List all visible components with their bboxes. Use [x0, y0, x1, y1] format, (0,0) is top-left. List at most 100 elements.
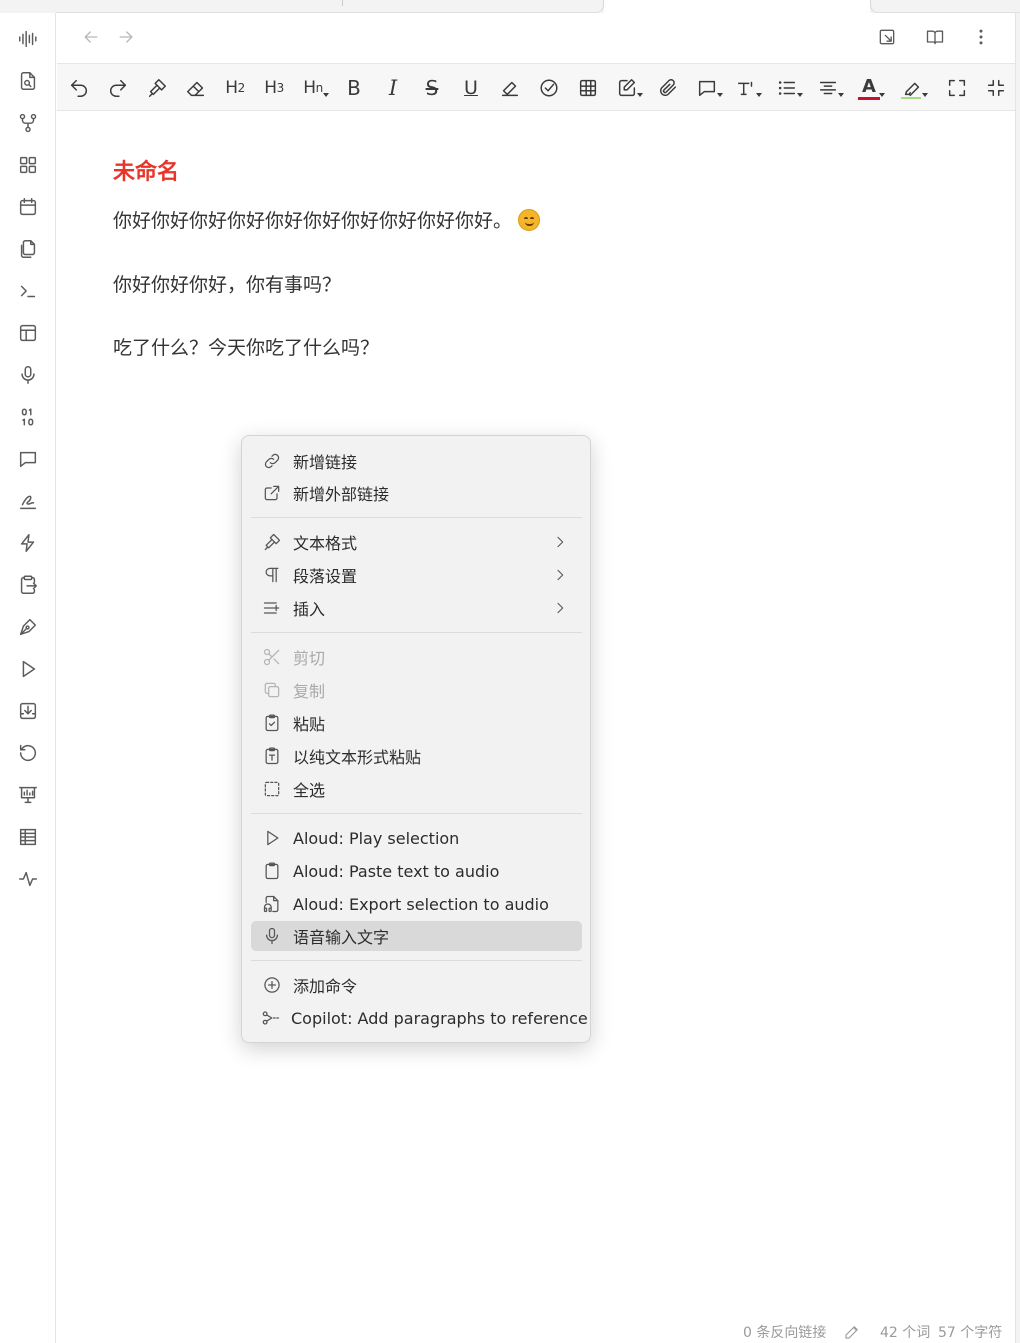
menu-item-cut[interactable]: 剪切 — [251, 642, 582, 672]
menu-item-paste[interactable]: 粘贴 — [251, 708, 582, 738]
arrow-left-icon[interactable] — [77, 23, 105, 51]
select-all-icon — [261, 778, 283, 800]
edit-note-icon[interactable] — [611, 73, 643, 103]
menu-item-paste-plain-text[interactable]: 以纯文本形式粘贴 — [251, 741, 582, 771]
calendar-icon[interactable] — [14, 193, 42, 221]
menu-item-copy[interactable]: 复制 — [251, 675, 582, 705]
paint-brush-icon — [261, 531, 283, 553]
file-export-icon[interactable] — [14, 571, 42, 599]
git-fork-icon[interactable] — [14, 109, 42, 137]
layout-grid-icon[interactable] — [14, 151, 42, 179]
paperclip-icon[interactable] — [652, 73, 684, 103]
highlighter-icon[interactable] — [494, 73, 526, 103]
menu-item-add-link[interactable]: 新增链接 — [251, 446, 582, 476]
tab-strip — [0, 0, 1020, 13]
menu-item-add-command[interactable]: 添加命令 — [251, 970, 582, 1000]
paragraph-2[interactable]: 你好你好你好，你有事吗？ — [113, 270, 341, 297]
status-backlinks[interactable]: 0 条反向链接 — [743, 1320, 826, 1343]
terminal-icon[interactable] — [14, 277, 42, 305]
menu-item-label: 语音输入文字 — [293, 928, 390, 947]
link-icon — [261, 450, 283, 472]
lightning-icon[interactable] — [14, 529, 42, 557]
menu-item-label: 段落设置 — [293, 567, 358, 586]
align-center-icon[interactable] — [812, 73, 844, 103]
message-square-icon[interactable] — [14, 445, 42, 473]
heading-2-sub: 2 — [237, 81, 246, 95]
right-edge-panel — [1015, 13, 1020, 1343]
menu-item-insert[interactable]: 插入 — [251, 593, 582, 623]
italic-button[interactable]: I — [377, 73, 409, 103]
font-color-button[interactable]: A — [853, 73, 885, 103]
menu-item-label: 添加命令 — [293, 977, 358, 996]
status-char-count: 57 个字符 — [938, 1324, 1003, 1341]
more-vertical-icon[interactable] — [967, 23, 995, 51]
signature-icon[interactable] — [14, 487, 42, 515]
highlight-color-icon[interactable] — [896, 73, 928, 103]
menu-item-label: 新增外部链接 — [293, 485, 390, 504]
undo-icon[interactable] — [63, 73, 95, 103]
heading-3-button[interactable]: H3 — [258, 73, 290, 103]
heading-3-sub: 3 — [276, 81, 285, 95]
download-box-icon[interactable] — [14, 697, 42, 725]
menu-item-paragraph-settings[interactable]: 段落设置 — [251, 560, 582, 590]
strikethrough-button[interactable]: S — [416, 73, 448, 103]
plus-circle-icon — [261, 974, 283, 996]
binary-icon[interactable] — [14, 403, 42, 431]
audio-waveform-icon[interactable] — [14, 25, 42, 53]
open-in-new-window-icon[interactable] — [873, 23, 901, 51]
format-painter-icon[interactable] — [141, 73, 173, 103]
tab-inactive-left[interactable] — [56, 0, 604, 13]
menu-item-text-format[interactable]: 文本格式 — [251, 527, 582, 557]
clipboard-icon — [261, 860, 283, 882]
eraser-icon[interactable] — [180, 73, 212, 103]
check-circle-icon[interactable] — [533, 73, 565, 103]
menu-item-voice-input[interactable]: 语音输入文字 — [251, 921, 582, 951]
menu-item-aloud-play-selection[interactable]: Aloud: Play selection — [251, 823, 582, 853]
menu-item-label: Copilot: Add paragraphs to reference — [291, 1008, 588, 1028]
menu-item-aloud-paste-text[interactable]: Aloud: Paste text to audio — [251, 856, 582, 886]
underline-button[interactable]: U — [455, 73, 487, 103]
layout-template-icon[interactable] — [14, 319, 42, 347]
history-icon[interactable] — [14, 739, 42, 767]
menu-item-label: 文本格式 — [293, 534, 358, 553]
arrow-right-icon[interactable] — [112, 23, 140, 51]
menu-item-label: 以纯文本形式粘贴 — [293, 748, 422, 767]
comment-icon[interactable] — [691, 73, 723, 103]
paragraph-3[interactable]: 吃了什么？今天你吃了什么吗？ — [113, 333, 379, 360]
copy-files-icon[interactable] — [14, 235, 42, 263]
pen-tool-icon[interactable] — [14, 613, 42, 641]
heading-n-button[interactable]: Hn — [297, 73, 329, 103]
file-audio-icon — [261, 893, 283, 915]
microphone-icon[interactable] — [14, 361, 42, 389]
tab-active[interactable] — [604, 0, 870, 13]
collapse-icon[interactable] — [980, 73, 1012, 103]
menu-item-copilot-add-reference[interactable]: Copilot: Add paragraphs to reference — [251, 1003, 588, 1033]
status-edit-icon[interactable] — [843, 1320, 861, 1343]
file-search-icon[interactable] — [14, 67, 42, 95]
menu-item-add-external-link[interactable]: 新增外部链接 — [251, 478, 582, 508]
menu-separator — [251, 517, 582, 518]
text-transform-icon[interactable] — [730, 73, 762, 103]
list-icon[interactable] — [771, 73, 803, 103]
activity-icon[interactable] — [14, 865, 42, 893]
heading-2-letter: H — [225, 78, 238, 98]
paragraph-1[interactable]: 你好你好你好你好你好你好你好你好你好你好。 — [113, 206, 541, 233]
redo-icon[interactable] — [102, 73, 134, 103]
menu-item-label: 新增链接 — [293, 453, 358, 472]
bold-button[interactable]: B — [338, 73, 370, 103]
menu-item-aloud-export[interactable]: Aloud: Export selection to audio — [251, 889, 582, 919]
heading-n-letter: H — [303, 78, 316, 98]
context-menu: 新增链接 新增外部链接 文本格式 段落设置 插入 剪切 复制 粘贴 以纯文本形式… — [241, 435, 591, 1043]
fullscreen-icon[interactable] — [941, 73, 973, 103]
book-open-icon[interactable] — [921, 23, 949, 51]
presentation-chart-icon[interactable] — [14, 781, 42, 809]
heading-2-button[interactable]: H2 — [219, 73, 251, 103]
menu-item-select-all[interactable]: 全选 — [251, 774, 582, 804]
tab-inactive-right[interactable] — [870, 0, 1020, 13]
table-insert-icon[interactable] — [572, 73, 604, 103]
left-ribbon — [0, 13, 56, 1343]
document-title[interactable]: 未命名 — [113, 154, 179, 186]
play-icon[interactable] — [14, 655, 42, 683]
table-icon[interactable] — [14, 823, 42, 851]
heading-n-sub: n — [315, 81, 324, 95]
